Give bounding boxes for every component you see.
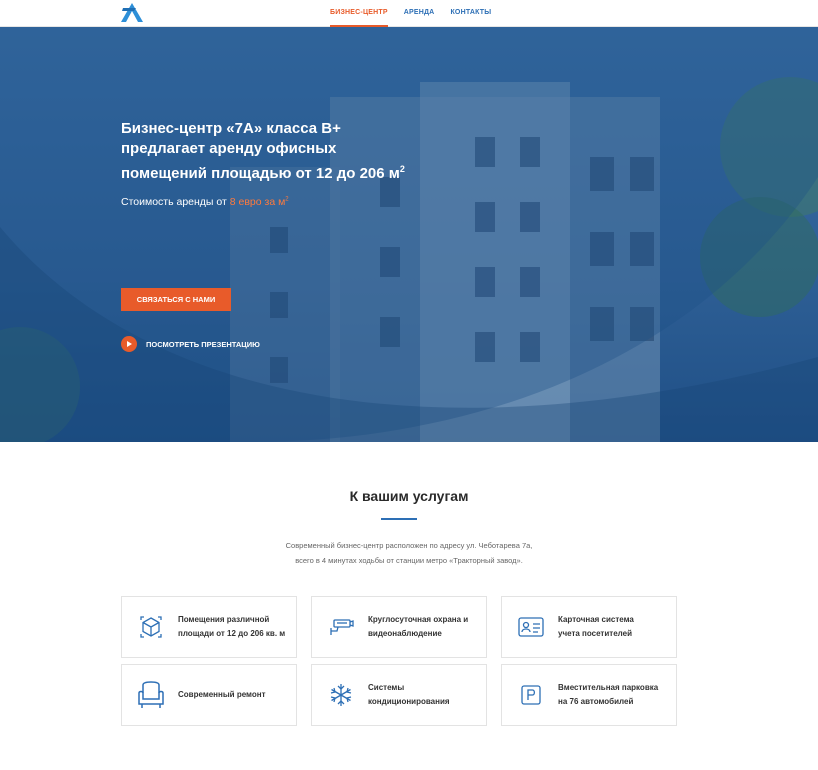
logo-icon[interactable] <box>121 3 143 22</box>
service-card-label: Карточная система учета посетителей <box>558 615 634 638</box>
building-background-image <box>0 27 818 442</box>
price-prefix: Стоимость аренды от <box>121 196 230 208</box>
hero-title-line-3: помещений площадью от 12 до 206 м <box>121 165 400 182</box>
id-card-icon <box>514 610 548 644</box>
play-icon <box>121 336 137 352</box>
service-card-label: Помещения различной площади от 12 до 206 … <box>178 615 286 638</box>
service-card-security: Круглосуточная охрана и видеонаблюдение <box>311 596 487 658</box>
top-navbar: БИЗНЕС-ЦЕНТР АРЕНДА КОНТАКТЫ <box>0 0 818 27</box>
nav-item-business-center[interactable]: БИЗНЕС-ЦЕНТР <box>330 0 388 27</box>
hero-title: Бизнес-центр «7А» класса В+ предлагает а… <box>121 119 461 184</box>
service-card-label: Вместительная парковка на 76 автомобилей <box>558 683 659 706</box>
armchair-icon <box>134 678 168 712</box>
hero-price: Стоимость аренды от 8 евро за м2 <box>121 196 289 208</box>
snowflake-icon <box>324 678 358 712</box>
hero-title-line-1: Бизнес-центр «7А» класса В+ <box>121 120 341 137</box>
service-card-label: Круглосуточная охрана и видеонаблюдение <box>368 615 469 638</box>
main-nav: БИЗНЕС-ЦЕНТР АРЕНДА КОНТАКТЫ <box>330 0 507 27</box>
service-card-label: Современный ремонт <box>178 690 266 699</box>
hero-title-line-2: предлагает аренду офисных <box>121 140 337 157</box>
price-value: 8 евро за м2 <box>229 196 289 208</box>
hero-title-superscript: 2 <box>399 164 405 174</box>
service-card-access: Карточная система учета посетителей <box>501 596 677 658</box>
service-card-parking: Вместительная парковка на 76 автомобилей <box>501 664 677 726</box>
services-title: К вашим услугам <box>349 488 469 504</box>
cube-icon <box>134 610 168 644</box>
title-divider <box>381 518 417 520</box>
view-presentation-link[interactable]: ПОСМОТРЕТЬ ПРЕЗЕНТАЦИЮ <box>121 336 260 352</box>
contact-us-button[interactable]: СВЯЗАТЬСЯ С НАМИ <box>121 288 231 311</box>
presentation-label: ПОСМОТРЕТЬ ПРЕЗЕНТАЦИЮ <box>146 339 260 349</box>
service-card-conditioning: Системы кондиционирования <box>311 664 487 726</box>
services-description: Современный бизнес-центр расположен по а… <box>285 541 533 565</box>
service-card-renovation: Современный ремонт <box>121 664 297 726</box>
cctv-camera-icon <box>324 610 358 644</box>
hero-banner: Бизнес-центр «7А» класса В+ предлагает а… <box>0 27 818 442</box>
service-card-premises: Помещения различной площади от 12 до 206 … <box>121 596 297 658</box>
parking-icon <box>514 678 548 712</box>
service-card-label: Системы кондиционирования <box>368 683 450 706</box>
nav-item-contacts[interactable]: КОНТАКТЫ <box>450 0 491 27</box>
nav-item-rent[interactable]: АРЕНДА <box>404 0 435 27</box>
